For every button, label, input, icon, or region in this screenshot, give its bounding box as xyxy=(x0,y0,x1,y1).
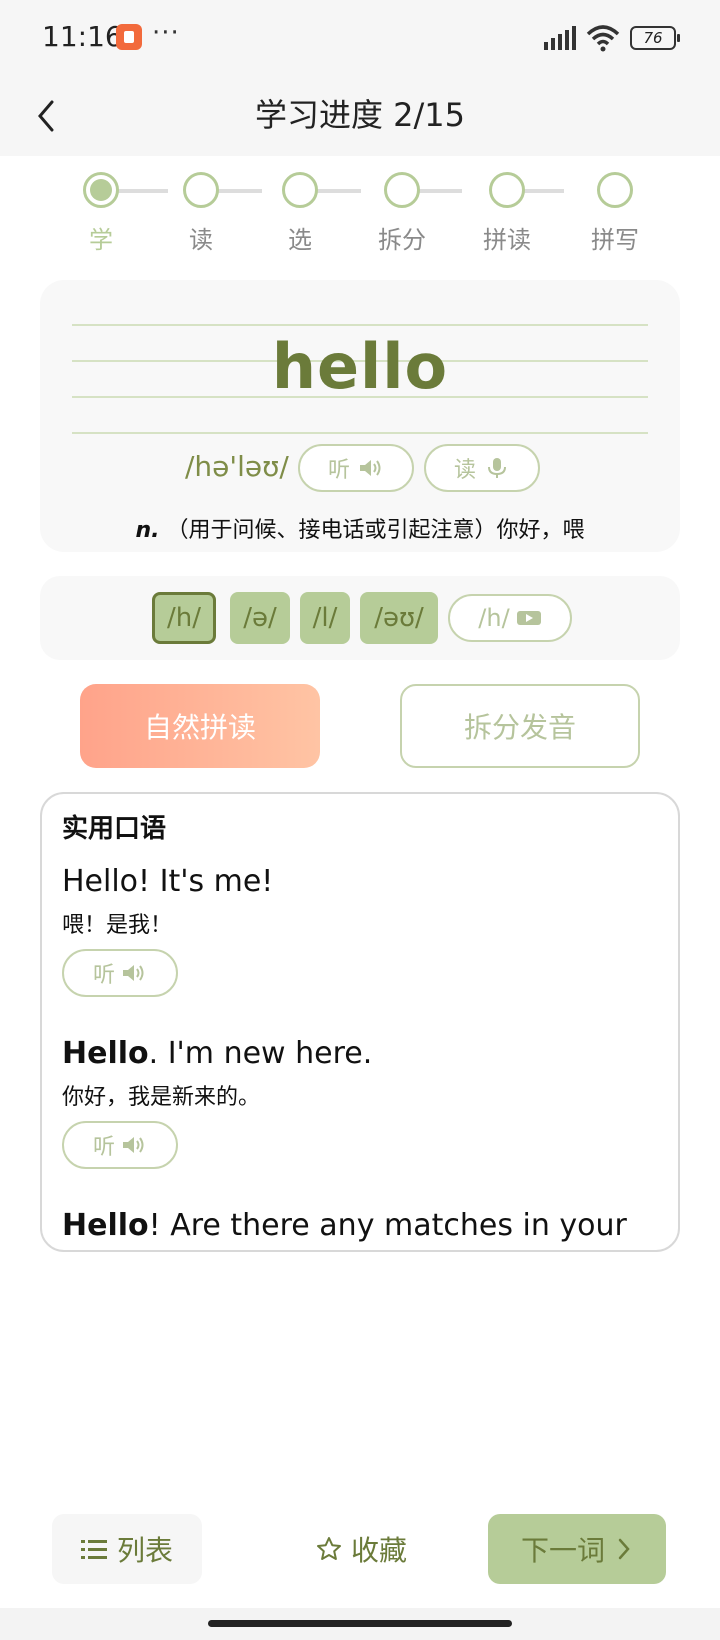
word-text: hello xyxy=(271,330,449,403)
star-icon xyxy=(316,1537,341,1560)
step-circle xyxy=(282,172,318,208)
list-icon xyxy=(80,1540,107,1559)
favorite-label: 收藏 xyxy=(350,1534,407,1567)
sentence-rest: ! Are there any matches in your xyxy=(148,1208,627,1243)
step-label: 读 xyxy=(189,226,213,254)
phoneme-video-label: /h/ xyxy=(478,604,510,632)
speaker-icon xyxy=(360,460,381,476)
step-split[interactable]: 拆分 xyxy=(372,172,432,255)
signal-icon xyxy=(544,26,576,50)
list-label: 列表 xyxy=(116,1534,173,1567)
step-read[interactable]: 读 xyxy=(171,172,231,255)
phoneme-h[interactable]: /h/ xyxy=(152,592,216,644)
sentence-english: Hello! Are there any matches in your xyxy=(62,1208,662,1243)
battery-icon: 76 xyxy=(630,26,680,50)
step-choose[interactable]: 选 xyxy=(270,172,330,255)
part-of-speech: n. xyxy=(135,518,160,543)
sentence-listen-button[interactable]: 听 xyxy=(62,949,178,997)
app-notification-icon xyxy=(116,24,142,50)
step-progress: 学 读 选 拆分 拼读 拼写 xyxy=(80,172,640,262)
status-bar: 11:16 ··· 76 xyxy=(0,0,720,76)
spoken-title: 实用口语 xyxy=(62,814,167,844)
video-icon xyxy=(516,611,541,625)
step-label: 学 xyxy=(89,226,113,254)
step-circle xyxy=(384,172,420,208)
definition-text: （用于问候、接电话或引起注意）你好，喂 xyxy=(166,518,585,543)
step-label: 拼读 xyxy=(483,226,531,254)
next-word-button[interactable]: 下一词 xyxy=(488,1514,666,1584)
wifi-icon xyxy=(586,25,620,52)
bottom-action-bar: 列表 收藏 下一词 xyxy=(0,1500,720,1600)
nav-bar: 学习进度 2/15 xyxy=(0,76,720,156)
phoneme-ou[interactable]: /əʊ/ xyxy=(360,592,438,644)
sentence-listen-button[interactable]: 听 xyxy=(62,1121,178,1169)
listen-button[interactable]: 听 xyxy=(298,444,414,492)
sentence-bold: Hello xyxy=(62,1036,149,1071)
read-aloud-button[interactable]: 读 xyxy=(424,444,540,492)
example-sentence: Hello. I'm new here. 你好，我是新来的。 听 xyxy=(62,1036,662,1169)
phoneme-schwa[interactable]: /ə/ xyxy=(230,592,290,644)
word-phonetic: /hə'ləʊ/ xyxy=(185,450,289,483)
speaker-icon xyxy=(123,965,144,981)
listen-label: 听 xyxy=(92,963,115,988)
battery-level: 76 xyxy=(643,29,663,47)
chevron-right-icon xyxy=(618,1538,630,1560)
step-circle xyxy=(183,172,219,208)
sentence-chinese: 你好，我是新来的。 xyxy=(62,1085,261,1110)
microphone-icon xyxy=(488,458,506,478)
writing-guide-line xyxy=(72,324,648,326)
sentence-rest: . I'm new here. xyxy=(148,1036,373,1071)
sentence-chinese: 喂！是我！ xyxy=(62,913,173,938)
favorite-button[interactable]: 收藏 xyxy=(296,1514,426,1584)
step-label: 拼写 xyxy=(591,226,639,254)
example-sentence: Hello! It's me! 喂！是我！ 听 xyxy=(62,864,662,997)
next-label: 下一词 xyxy=(520,1534,605,1567)
step-blend-read[interactable]: 拼读 xyxy=(477,172,537,255)
phoneme-l[interactable]: /l/ xyxy=(300,592,350,644)
word-list-button[interactable]: 列表 xyxy=(52,1514,202,1584)
word-card: hello /hə'ləʊ/ 听 读 n. （用于问候、接电话或引起注意）你好，… xyxy=(40,280,680,552)
step-circle-active xyxy=(83,172,119,208)
sentence-rest: Hello! It's me! xyxy=(62,864,274,899)
step-circle xyxy=(597,172,633,208)
writing-guide-line xyxy=(72,432,648,434)
spoken-phrases-card[interactable]: 实用口语 Hello! It's me! 喂！是我！ 听 Hello. I'm … xyxy=(40,792,680,1252)
listen-label: 听 xyxy=(92,1135,115,1160)
word-definition: n. （用于问候、接电话或引起注意）你好，喂 xyxy=(40,512,680,544)
sentence-english: Hello. I'm new here. xyxy=(62,1036,662,1071)
example-sentence: Hello! Are there any matches in your xyxy=(62,1208,662,1243)
phoneme-bar: /h/ /ə/ /l/ /əʊ/ /h/ xyxy=(40,576,680,660)
speaker-icon xyxy=(123,1137,144,1153)
step-circle xyxy=(489,172,525,208)
step-spell[interactable]: 拼写 xyxy=(585,172,645,255)
status-time: 11:16 xyxy=(42,20,123,53)
page-title: 学习进度 2/15 xyxy=(254,96,466,134)
sentence-english: Hello! It's me! xyxy=(62,864,662,899)
read-label: 读 xyxy=(453,458,476,483)
phoneme-video-button[interactable]: /h/ xyxy=(448,594,572,642)
sentence-bold: Hello xyxy=(62,1208,149,1243)
system-nav-area xyxy=(0,1608,720,1640)
step-label: 拆分 xyxy=(378,226,426,254)
listen-label: 听 xyxy=(327,458,350,483)
natural-phonics-button[interactable]: 自然拼读 xyxy=(80,684,320,768)
home-indicator[interactable] xyxy=(208,1620,512,1627)
split-pronounce-button[interactable]: 拆分发音 xyxy=(400,684,640,768)
step-label: 选 xyxy=(288,226,312,254)
more-notifications-icon: ··· xyxy=(152,18,180,48)
step-learn[interactable]: 学 xyxy=(71,172,131,255)
